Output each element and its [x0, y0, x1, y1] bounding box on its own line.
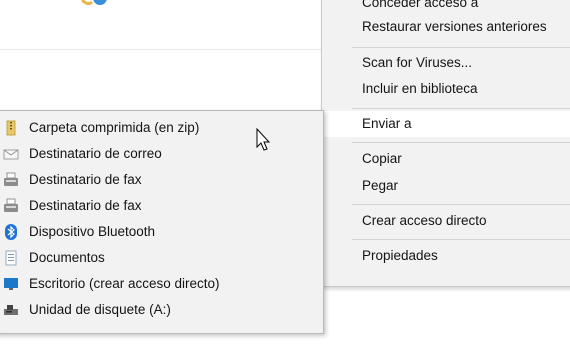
menu-item-label: Copiar: [362, 151, 402, 166]
submenu-item-label: Destinatario de fax: [29, 198, 142, 213]
submenu-item-label: Dispositivo Bluetooth: [29, 224, 156, 239]
submenu-item-label: Documentos: [29, 250, 105, 265]
context-menu: Conceder acceso a Restaurar versiones an…: [321, 0, 570, 287]
floppy-drive-icon: [4, 305, 18, 315]
divider: [0, 49, 322, 50]
menu-separator: [352, 47, 570, 48]
send-to-desktop[interactable]: Escritorio (crear acceso directo): [0, 271, 323, 297]
menu-item-pegar[interactable]: Pegar: [322, 173, 570, 199]
submenu-item-label: Unidad de disquete (A:): [29, 302, 171, 317]
menu-separator: [352, 108, 570, 109]
mail-icon: [3, 149, 19, 160]
menu-item-label: Scan for Viruses...: [362, 55, 473, 70]
menu-item-propiedades[interactable]: Propiedades: [322, 243, 570, 269]
send-to-mail-recipient[interactable]: Destinatario de correo: [0, 141, 323, 167]
submenu-item-label: Escritorio (crear acceso directo): [29, 276, 220, 291]
zip-folder-icon: [6, 120, 16, 136]
submenu-item-label: Carpeta comprimida (en zip): [29, 120, 200, 135]
fax-icon: [4, 198, 18, 212]
menu-separator: [352, 142, 570, 143]
send-to-submenu: Carpeta comprimida (en zip) Destinatario…: [0, 110, 324, 334]
documents-icon: [5, 250, 17, 266]
send-to-documents[interactable]: Documentos: [0, 245, 323, 271]
send-to-fax-recipient-2[interactable]: Destinatario de fax: [0, 193, 323, 219]
menu-item-label: Pegar: [362, 178, 399, 193]
partial-app-icon: [80, 0, 107, 6]
desktop-icon: [4, 278, 18, 290]
menu-separator: [352, 239, 570, 240]
menu-item-copiar[interactable]: Copiar: [322, 146, 570, 172]
submenu-item-label: Destinatario de correo: [29, 146, 162, 161]
menu-item-label: Conceder acceso a: [362, 0, 479, 10]
menu-item-label: Incluir en biblioteca: [362, 81, 478, 96]
send-to-zip-folder[interactable]: Carpeta comprimida (en zip): [0, 115, 323, 141]
menu-item-enviar-a[interactable]: Enviar a: [322, 111, 570, 137]
submenu-item-label: Destinatario de fax: [29, 172, 142, 187]
menu-item-crear-acceso-directo[interactable]: Crear acceso directo: [322, 208, 570, 234]
menu-item-scan-viruses[interactable]: Scan for Viruses...: [322, 50, 570, 76]
bluetooth-icon: [5, 224, 17, 240]
menu-item-label: Restaurar versiones anteriores: [362, 19, 547, 34]
menu-item-restaurar-versiones[interactable]: Restaurar versiones anteriores: [322, 14, 570, 40]
send-to-fax-recipient[interactable]: Destinatario de fax: [0, 167, 323, 193]
fax-icon: [4, 172, 18, 186]
mouse-cursor-icon: [256, 128, 271, 151]
menu-item-label: Crear acceso directo: [362, 213, 487, 228]
send-to-bluetooth[interactable]: Dispositivo Bluetooth: [0, 219, 323, 245]
menu-separator: [352, 204, 570, 205]
menu-item-label: Propiedades: [362, 248, 438, 263]
send-to-floppy-drive[interactable]: Unidad de disquete (A:): [0, 297, 323, 323]
menu-item-label: Enviar a: [362, 116, 412, 131]
menu-item-incluir-biblioteca[interactable]: Incluir en biblioteca: [322, 76, 570, 102]
